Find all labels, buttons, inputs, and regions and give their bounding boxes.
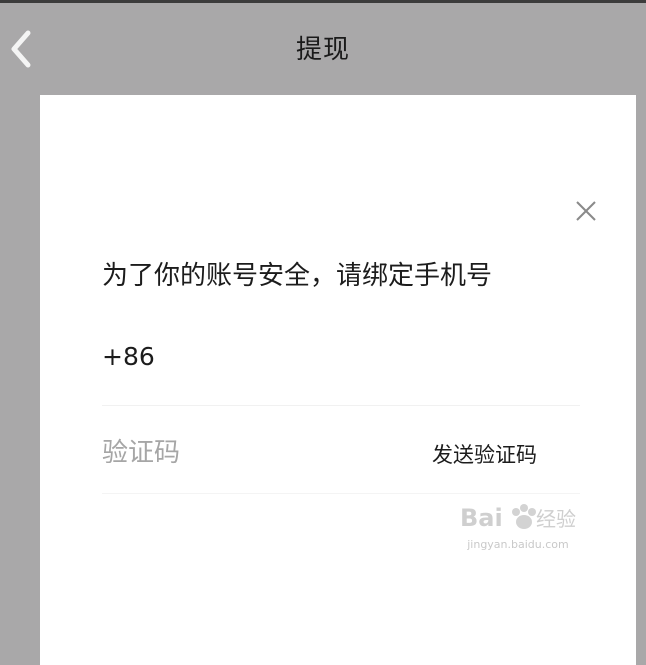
baidu-logo-icon: Bai 经验	[460, 504, 576, 532]
navigation-header: 提现	[0, 3, 646, 93]
close-button[interactable]	[570, 195, 602, 227]
bind-phone-dialog: 为了你的账号安全，请绑定手机号 +86 发送验证码	[40, 95, 636, 665]
svg-text:经验: 经验	[536, 507, 576, 531]
phone-number-input[interactable]	[170, 335, 574, 381]
divider	[102, 405, 580, 406]
verification-code-input[interactable]	[102, 430, 402, 476]
watermark-url: jingyan.baidu.com	[467, 538, 569, 551]
svg-text:Bai: Bai	[460, 504, 503, 532]
country-code[interactable]: +86	[102, 342, 155, 371]
overlay-backdrop-left	[0, 93, 40, 665]
divider	[102, 493, 580, 494]
overlay-backdrop-right	[636, 93, 646, 665]
bind-phone-prompt: 为了你的账号安全，请绑定手机号	[102, 261, 493, 291]
send-code-button[interactable]: 发送验证码	[432, 439, 537, 469]
page-title: 提现	[295, 35, 350, 65]
baidu-jingyan-watermark: Bai 经验 jingyan.baidu.com	[458, 496, 578, 560]
close-icon	[576, 201, 596, 221]
